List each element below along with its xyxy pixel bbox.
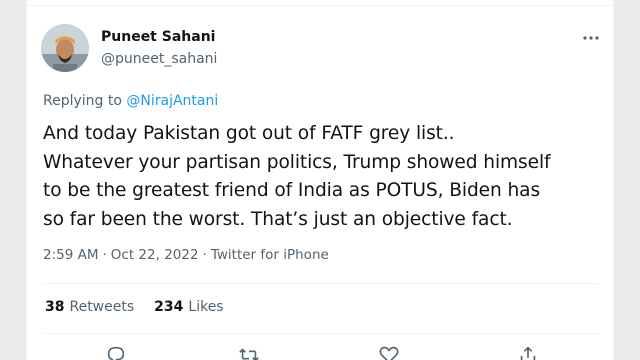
retweet-icon bbox=[239, 348, 259, 360]
top-divider bbox=[27, 0, 613, 6]
avatar-image bbox=[41, 24, 89, 72]
tweet-line: to be the greatest friend of India as PO… bbox=[43, 180, 541, 201]
divider bbox=[43, 283, 599, 284]
retweet-button[interactable] bbox=[238, 344, 262, 360]
retweets-stat[interactable]: 38 Retweets bbox=[45, 299, 134, 315]
author-handle[interactable]: @puneet_sahani bbox=[101, 51, 217, 67]
tweet-date[interactable]: Oct 22, 2022 bbox=[111, 247, 199, 263]
tweet-line: And today Pakistan got out of FATF grey … bbox=[43, 123, 455, 144]
reply-button[interactable] bbox=[105, 344, 129, 360]
like-icon bbox=[379, 346, 399, 360]
reply-icon bbox=[107, 346, 125, 360]
tweet-source[interactable]: Twitter for iPhone bbox=[211, 247, 329, 263]
avatar[interactable] bbox=[41, 24, 89, 72]
replying-to-label: Replying to bbox=[43, 93, 127, 109]
divider bbox=[43, 333, 599, 334]
meta-separator: · bbox=[102, 247, 107, 263]
like-button[interactable] bbox=[378, 344, 402, 360]
replying-to: Replying to @NirajAntani bbox=[43, 93, 218, 109]
likes-label: Likes bbox=[188, 299, 224, 315]
likes-stat[interactable]: 234 Likes bbox=[154, 299, 223, 315]
more-icon bbox=[583, 36, 599, 40]
tweet-time[interactable]: 2:59 AM bbox=[43, 247, 99, 263]
retweets-count: 38 bbox=[45, 299, 65, 315]
author-name[interactable]: Puneet Sahani bbox=[101, 29, 215, 45]
tweet-card: Puneet Sahani @puneet_sahani Replying to… bbox=[26, 0, 614, 360]
tweet-stats: 38 Retweets 234 Likes bbox=[45, 299, 224, 315]
share-icon bbox=[520, 346, 536, 360]
reply-mention-link[interactable]: @NirajAntani bbox=[126, 93, 218, 109]
meta-separator: · bbox=[202, 247, 207, 263]
tweet-meta: 2:59 AM · Oct 22, 2022 · Twitter for iPhone bbox=[43, 247, 329, 263]
tweet-line: so far been the worst. That’s just an ob… bbox=[43, 208, 513, 230]
tweet-actions bbox=[27, 344, 613, 360]
likes-count: 234 bbox=[154, 299, 184, 315]
share-button[interactable] bbox=[517, 344, 541, 360]
more-options-button[interactable] bbox=[579, 28, 603, 48]
tweet-line: Whatever your partisan politics, Trump s… bbox=[43, 151, 551, 173]
tweet-text: And today Pakistan got out of FATF grey … bbox=[43, 120, 603, 234]
retweets-label: Retweets bbox=[69, 299, 135, 315]
